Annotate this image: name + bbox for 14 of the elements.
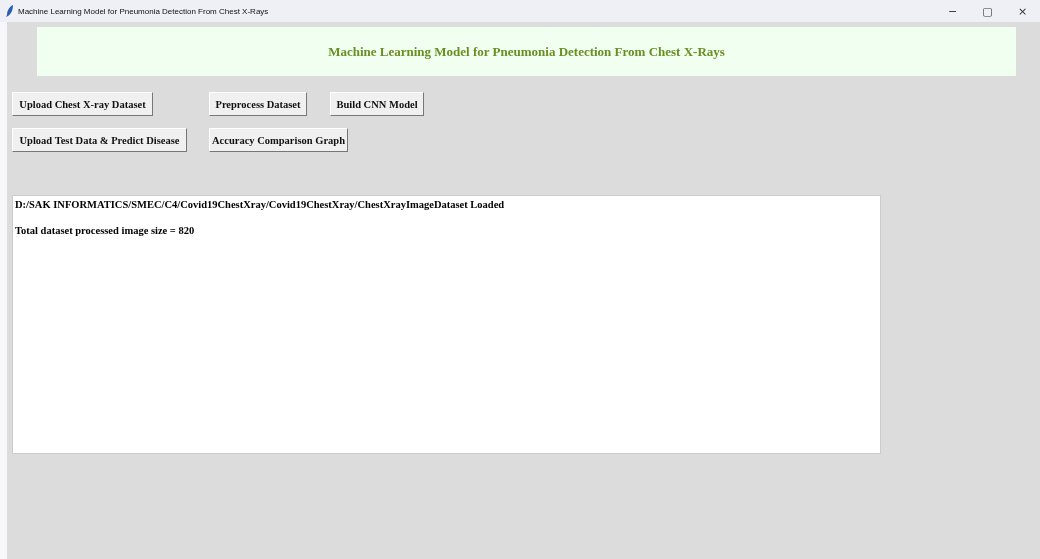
- output-line: Total dataset processed image size = 820: [15, 224, 195, 237]
- action-button[interactable]: Build CNN Model: [330, 92, 424, 116]
- output-text-area[interactable]: D:/SAK INFORMATICS/SMEC/C4/Covid19ChestXray/Covid19ChestXray/ChestXrayImageDataset Loaded Total dataset processed image size = 820: [12, 195, 881, 454]
- action-button[interactable]: Accuracy Comparison Graph: [209, 128, 348, 152]
- heading-text: Machine Learning Model for Pneumonia Detection From Chest X-Rays: [328, 43, 725, 60]
- action-button[interactable]: Upload Test Data & Predict Disease: [12, 128, 187, 152]
- action-button[interactable]: Upload Chest X-ray Dataset: [12, 92, 153, 116]
- output-line: D:/SAK INFORMATICS/SMEC/C4/Covid19ChestXray/Covid19ChestXray/ChestXrayImageDataset Loaded: [15, 198, 505, 211]
- window-title: Machine Learning Model for Pneumonia Detection From Chest X-Rays: [18, 6, 269, 16]
- close-button[interactable]: ×: [1005, 4, 1040, 18]
- feather-icon: [6, 5, 14, 17]
- minimize-button[interactable]: −: [935, 4, 970, 18]
- action-button[interactable]: Preprocess Dataset: [209, 92, 307, 116]
- maximize-button[interactable]: ▢: [970, 4, 1005, 18]
